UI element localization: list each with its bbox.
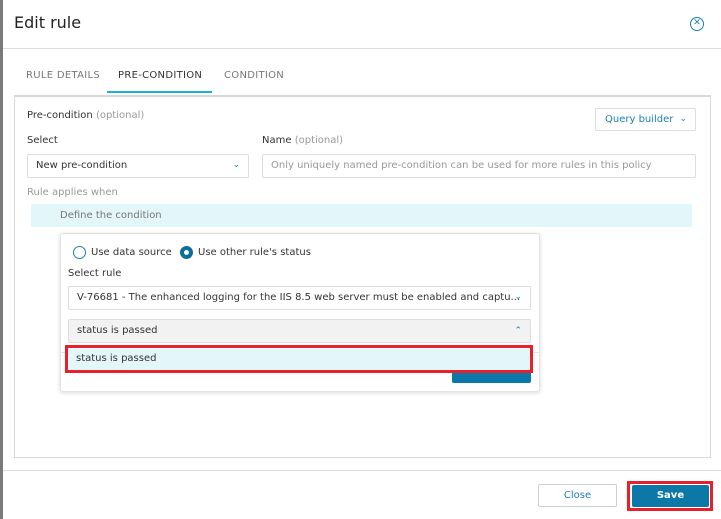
radio-other-rule[interactable]: Use other rule's status <box>180 246 311 259</box>
radio-label: Use data source <box>91 247 172 258</box>
chevron-up-icon: ⌃ <box>514 326 522 336</box>
highlight-box <box>65 345 533 373</box>
select-rule-label: Select rule <box>68 268 122 279</box>
active-tab-indicator <box>107 91 212 93</box>
status-value: status is passed <box>77 325 158 336</box>
close-circle-icon[interactable]: ✕ <box>690 17 704 31</box>
tab-rule-details[interactable]: RULE DETAILS <box>26 70 100 81</box>
rule-select[interactable]: V-76681 - The enhanced logging for the I… <box>68 286 531 310</box>
background-edge <box>0 0 3 519</box>
chevron-down-icon: ⌄ <box>514 292 522 302</box>
query-builder-label: Query builder <box>605 114 674 125</box>
dialog-title: Edit rule <box>14 13 82 32</box>
tab-pre-condition[interactable]: PRE-CONDITION <box>118 70 202 81</box>
status-select[interactable]: status is passed ⌃ <box>68 319 531 343</box>
name-input[interactable]: Only uniquely named pre-condition can be… <box>262 154 696 178</box>
select-value: New pre-condition <box>36 160 128 171</box>
precondition-select[interactable]: New pre-condition ⌄ <box>27 154 249 178</box>
pre-condition-heading: Pre-condition (optional) <box>27 110 144 121</box>
radio-data-source[interactable]: Use data source <box>73 246 172 259</box>
header-divider <box>3 48 721 49</box>
radio-unchecked-icon[interactable] <box>73 246 86 259</box>
define-condition-bar[interactable]: Define the condition <box>31 204 692 227</box>
radio-checked-icon[interactable] <box>180 246 193 259</box>
close-button[interactable]: Close <box>538 484 617 507</box>
applies-label: Rule applies when <box>27 187 118 198</box>
query-builder-button[interactable]: Query builder ⌄ <box>595 108 696 131</box>
select-label: Select <box>27 135 58 146</box>
radio-label: Use other rule's status <box>198 247 311 258</box>
name-label-text: Name <box>262 135 292 146</box>
chevron-down-icon: ⌄ <box>232 160 240 170</box>
highlight-box <box>627 481 713 511</box>
name-hint: (optional) <box>294 135 344 146</box>
rule-value: V-76681 - The enhanced logging for the I… <box>77 292 521 303</box>
heading-hint: (optional) <box>95 110 145 121</box>
footer-divider <box>3 470 721 471</box>
heading-text: Pre-condition <box>27 110 93 121</box>
chevron-down-icon: ⌄ <box>679 114 687 124</box>
tab-condition[interactable]: CONDITION <box>224 70 284 81</box>
name-label: Name (optional) <box>262 135 343 146</box>
